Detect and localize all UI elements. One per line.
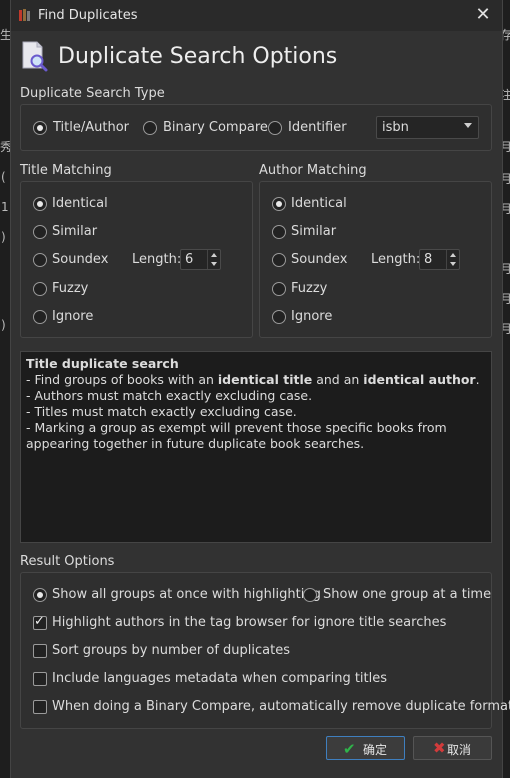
description-line-4: - Marking a group as exempt will prevent… (26, 420, 447, 451)
stepper-up-icon[interactable] (450, 253, 456, 257)
search-type-label: Duplicate Search Type (20, 86, 165, 101)
author-radio-identical[interactable] (272, 197, 286, 211)
author-radio-similar[interactable] (272, 225, 286, 239)
title-radio-soundex-label[interactable]: Soundex (52, 252, 108, 267)
background-char: ( (1, 170, 6, 184)
radio-identifier-label[interactable]: Identifier (288, 120, 347, 135)
title-radio-ignore[interactable] (33, 310, 47, 324)
radio-show-one-group-label[interactable]: Show one group at a time (323, 587, 491, 602)
author-matching-label: Author Matching (259, 163, 367, 178)
radio-binary-compare-label[interactable]: Binary Compare (163, 120, 268, 135)
checkbox-include-languages-label[interactable]: Include languages metadata when comparin… (52, 671, 387, 686)
title-radio-identical-label[interactable]: Identical (52, 196, 108, 211)
checkbox-include-languages[interactable] (33, 672, 47, 686)
author-radio-fuzzy-label[interactable]: Fuzzy (291, 281, 327, 296)
cancel-x-icon: ✖ (433, 739, 446, 757)
cancel-button-label: 取消 (447, 743, 472, 757)
window-title: Find Duplicates (38, 8, 138, 23)
author-length-stepper[interactable]: 8 (419, 249, 460, 270)
title-radio-soundex[interactable] (33, 253, 47, 267)
result-options-label: Result Options (20, 554, 115, 569)
identifier-type-select[interactable]: isbn (376, 116, 479, 139)
author-radio-fuzzy[interactable] (272, 282, 286, 296)
stepper-divider (446, 250, 447, 269)
ok-button-label: 确定 (363, 743, 388, 757)
stepper-up-icon[interactable] (211, 253, 217, 257)
author-radio-similar-label[interactable]: Similar (291, 224, 336, 239)
author-radio-soundex-label[interactable]: Soundex (291, 252, 347, 267)
background-char: 1 (1, 200, 9, 214)
author-length-value: 8 (424, 252, 433, 267)
close-button[interactable]: ✕ (472, 4, 494, 26)
identifier-type-value: isbn (382, 120, 409, 135)
radio-show-one-group[interactable] (303, 588, 317, 602)
radio-title-author[interactable] (33, 121, 47, 135)
title-bar: Find Duplicates ✕ (11, 0, 502, 31)
background-char: ) (1, 318, 6, 332)
author-radio-ignore-label[interactable]: Ignore (291, 309, 332, 324)
stepper-down-icon[interactable] (211, 262, 217, 266)
chevron-down-icon (464, 123, 472, 128)
radio-binary-compare[interactable] (143, 121, 157, 135)
title-radio-identical[interactable] (33, 197, 47, 211)
title-radio-fuzzy[interactable] (33, 282, 47, 296)
ok-button[interactable]: ✔ 确定 (326, 736, 405, 760)
title-length-value: 6 (185, 252, 194, 267)
radio-show-all-groups[interactable] (33, 588, 47, 602)
books-app-icon (18, 8, 32, 22)
page-title: Duplicate Search Options (58, 44, 338, 69)
title-length-stepper[interactable]: 6 (180, 249, 221, 270)
title-radio-similar-label[interactable]: Similar (52, 224, 97, 239)
checkbox-auto-remove-formats-label[interactable]: When doing a Binary Compare, automatical… (52, 699, 510, 714)
description-heading: Title duplicate search (26, 356, 179, 371)
description-line-1: - Find groups of books with an identical… (26, 372, 480, 387)
radio-title-author-label[interactable]: Title/Author (53, 120, 129, 135)
author-length-label: Length: (371, 252, 421, 267)
checkbox-highlight-authors-label[interactable]: Highlight authors in the tag browser for… (52, 615, 446, 630)
checkbox-auto-remove-formats[interactable] (33, 700, 47, 714)
search-description: Title duplicate search - Find groups of … (20, 351, 492, 543)
radio-identifier[interactable] (268, 121, 282, 135)
radio-show-all-groups-label[interactable]: Show all groups at once with highlightin… (52, 587, 321, 602)
author-matching-group: Identical Similar Soundex Length: 8 Fuzz… (259, 181, 492, 338)
checkbox-sort-groups[interactable] (33, 644, 47, 658)
search-document-icon (20, 40, 50, 72)
author-radio-identical-label[interactable]: Identical (291, 196, 347, 211)
title-length-label: Length: (132, 252, 182, 267)
description-line-2: - Authors must match exactly excluding c… (26, 388, 313, 403)
title-radio-fuzzy-label[interactable]: Fuzzy (52, 281, 88, 296)
background-char: ) (1, 230, 6, 244)
result-options-group: Show all groups at once with highlightin… (20, 572, 510, 729)
title-matching-label: Title Matching (20, 163, 112, 178)
author-radio-soundex[interactable] (272, 253, 286, 267)
background-left-strip (0, 0, 10, 778)
title-matching-group: Identical Similar Soundex Length: 6 Fuzz… (20, 181, 253, 338)
stepper-down-icon[interactable] (450, 262, 456, 266)
checkbox-highlight-authors[interactable] (33, 614, 47, 630)
find-duplicates-dialog: Find Duplicates ✕ Duplicate Search Optio… (10, 0, 510, 778)
search-type-group: Title/Author Binary Compare Identifier i… (20, 104, 492, 151)
cancel-button[interactable]: ✖ 取消 (413, 736, 492, 760)
title-radio-similar[interactable] (33, 225, 47, 239)
author-radio-ignore[interactable] (272, 310, 286, 324)
check-icon: ✔ (343, 740, 356, 758)
checkbox-sort-groups-label[interactable]: Sort groups by number of duplicates (52, 643, 290, 658)
stepper-divider (207, 250, 208, 269)
description-line-3: - Titles must match exactly excluding ca… (26, 404, 297, 419)
title-radio-ignore-label[interactable]: Ignore (52, 309, 93, 324)
